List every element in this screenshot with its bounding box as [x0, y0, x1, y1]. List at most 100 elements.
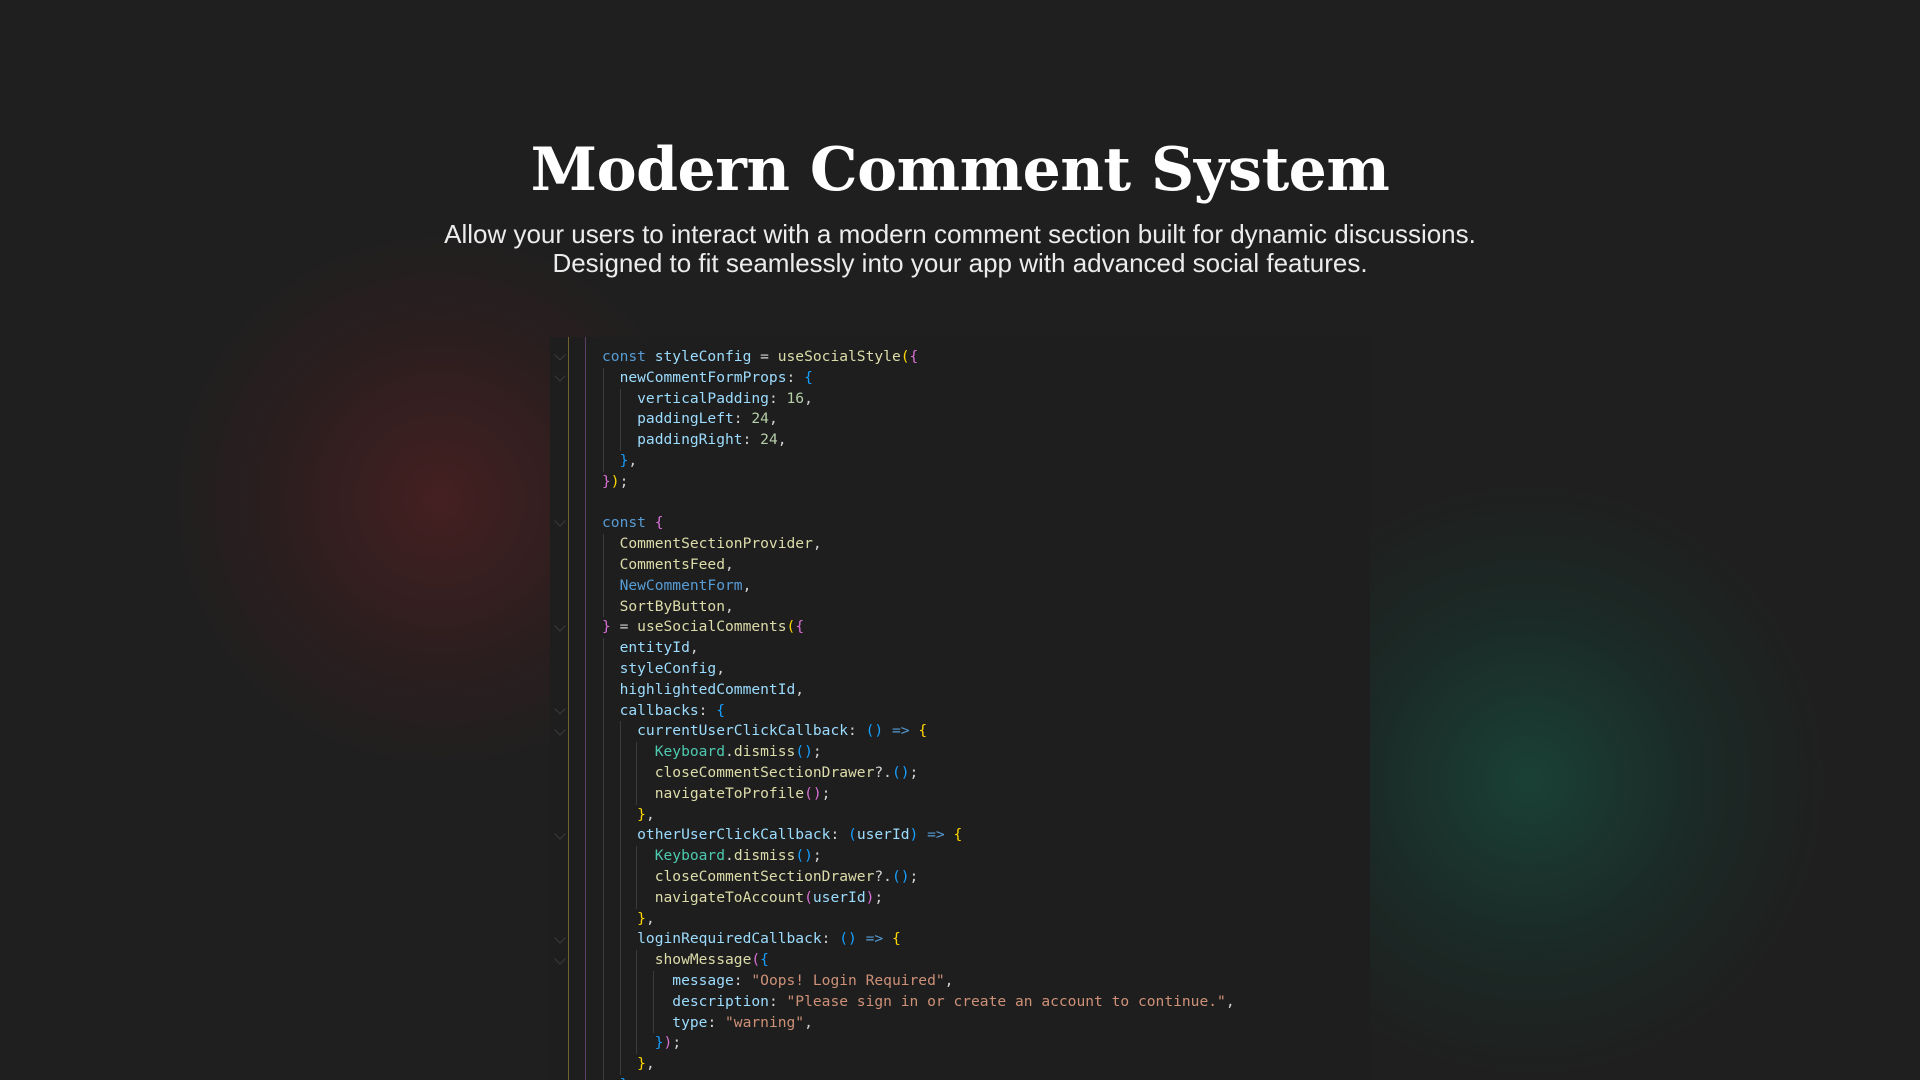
code-token: }: [602, 451, 629, 469]
code-line: CommentsFeed,: [602, 554, 1235, 576]
code-block: const styleConfig = useSocialStyle({ new…: [602, 347, 1235, 1080]
bracket-guide-purple: [585, 337, 586, 1080]
code-token: .: [725, 743, 734, 761]
code-token: 16: [786, 389, 805, 407]
code-token: ;: [672, 1034, 682, 1052]
code-token: :: [786, 368, 805, 386]
code-token: ,: [725, 597, 734, 615]
code-token: =: [610, 618, 638, 636]
code-token: ): [663, 1034, 673, 1052]
code-line: SortByButton,: [602, 596, 1235, 618]
code-token: ;: [812, 743, 822, 761]
code-token: =>: [883, 722, 919, 740]
code-line: styleConfig,: [602, 658, 1235, 680]
code-token: (): [795, 743, 813, 761]
code-token: }: [602, 1034, 664, 1052]
code-token: }: [602, 1055, 646, 1073]
code-token: type: [602, 1013, 708, 1031]
fold-chevron-icon[interactable]: [554, 370, 566, 382]
code-token: (): [839, 930, 857, 948]
code-token: NewCommentForm: [602, 576, 743, 594]
code-token: ,: [804, 389, 813, 407]
fold-chevron-icon[interactable]: [554, 953, 566, 965]
bracket-guide-yellow: [568, 337, 569, 1080]
fold-chevron-icon[interactable]: [554, 703, 566, 715]
fold-chevron-icon[interactable]: [554, 724, 566, 736]
code-token: :: [707, 1013, 726, 1031]
code-token: otherUserClickCallback: [602, 826, 831, 844]
code-token: {: [953, 826, 963, 844]
code-token: {: [795, 618, 805, 636]
code-token: "warning": [725, 1013, 805, 1031]
fold-chevron-icon[interactable]: [554, 932, 566, 944]
page-subtitle: Allow your users to interact with a mode…: [0, 220, 1920, 278]
page: Modern Comment System Allow your users t…: [0, 0, 1920, 1080]
code-token: ,: [804, 1013, 813, 1031]
code-token: :: [768, 992, 787, 1010]
code-token: :: [733, 410, 752, 428]
code-token: }: [602, 1076, 629, 1080]
code-token: ;: [874, 888, 884, 906]
code-token: (): [804, 784, 822, 802]
code-token: SortByButton: [602, 597, 726, 615]
code-line: });: [602, 472, 1235, 493]
code-token: callbacks: [602, 701, 699, 719]
code-line: entityId,: [602, 638, 1235, 659]
code-line: showMessage({: [602, 950, 1235, 971]
code-token: (: [900, 348, 910, 365]
code-token: {: [654, 514, 664, 532]
code-token: const: [602, 514, 655, 532]
code-token: :: [733, 971, 752, 989]
code-token: ,: [1225, 992, 1235, 1010]
code-line: callbacks: {: [602, 700, 1235, 722]
code-token: :: [821, 930, 840, 948]
code-token: (: [786, 618, 796, 636]
fold-chevron-icon[interactable]: [554, 620, 566, 632]
code-token: (: [848, 826, 857, 844]
code-token: =>: [856, 930, 892, 948]
code-line: paddingRight: 24,: [602, 430, 1235, 451]
code-line: paddingLeft: 24,: [602, 409, 1235, 431]
code-token: {: [891, 930, 901, 948]
code-token: (): [795, 847, 813, 865]
code-line: Keyboard.dismiss();: [602, 742, 1235, 763]
code-token: {: [909, 348, 919, 365]
subtitle-line-2: Designed to fit seamlessly into your app…: [552, 248, 1368, 278]
code-token: (): [891, 763, 910, 781]
code-token: ;: [619, 472, 629, 490]
code-token: verticalPadding: [602, 389, 769, 407]
code-token: ;: [909, 867, 919, 885]
code-line: });: [602, 1033, 1235, 1055]
code-line: type: "warning",: [602, 1012, 1235, 1034]
fold-gutter: [550, 337, 570, 1080]
code-token: (: [751, 951, 761, 969]
code-token: CommentsFeed: [602, 555, 726, 573]
code-line: message: "Oops! Login Required",: [602, 970, 1235, 992]
code-token: const: [602, 348, 655, 365]
code-line: verticalPadding: 16,: [602, 388, 1235, 410]
code-token: useSocialComments: [637, 618, 787, 636]
code-line: description: "Please sign in or create a…: [602, 991, 1235, 1013]
code-token: userId: [856, 826, 910, 844]
code-line: CommentSectionProvider,: [602, 534, 1235, 555]
code-line: Keyboard.dismiss();: [602, 846, 1235, 867]
code-token: ;: [909, 763, 919, 781]
code-token: styleConfig: [654, 348, 752, 365]
page-title: Modern Comment System: [530, 135, 1390, 205]
fold-chevron-icon[interactable]: [554, 515, 566, 527]
code-token: ,: [795, 680, 805, 698]
code-token: closeCommentSectionDrawer: [602, 763, 875, 781]
code-token: ,: [628, 451, 638, 469]
code-token: Keyboard: [602, 743, 726, 761]
code-token: ,: [645, 909, 655, 927]
code-token: {: [918, 722, 928, 740]
fold-chevron-icon[interactable]: [554, 349, 566, 361]
code-line: highlightedCommentId,: [602, 679, 1235, 701]
code-token: useSocialStyle: [777, 348, 901, 365]
fold-chevron-icon[interactable]: [554, 828, 566, 840]
code-token: :: [742, 431, 761, 449]
code-editor: const styleConfig = useSocialStyle({ new…: [550, 337, 1370, 1080]
hero-section: Modern Comment System Allow your users t…: [0, 130, 1920, 278]
code-token: {: [716, 701, 726, 719]
